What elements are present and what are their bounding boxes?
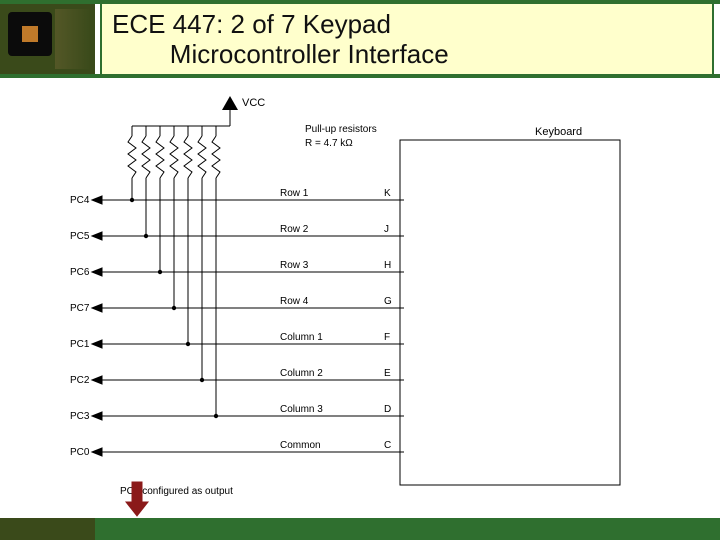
port-label: PC3 xyxy=(70,411,90,422)
signal-rows: PC4 Row 1 K PC5 Row 2 J PC6 Row 3 H PC7 Row 4 G PC1 C… xyxy=(70,126,404,458)
keyboard-label: Keyboard xyxy=(535,126,582,138)
pin-label: J xyxy=(384,224,389,235)
pin-label: K xyxy=(384,188,391,199)
title-bar: ECE 447: 2 of 7 Keypad Microcontroller I… xyxy=(0,4,720,74)
port-label: PC5 xyxy=(70,231,90,242)
pin-label: F xyxy=(384,332,390,343)
signal-label: Row 4 xyxy=(280,296,309,307)
content-area: VCC Pull-up resistors R = 4.7 kΩ Keyboar… xyxy=(0,80,720,518)
signal-label: Column 3 xyxy=(280,404,323,415)
chip-image xyxy=(0,4,95,74)
pin-label: H xyxy=(384,260,391,271)
title-underline xyxy=(0,74,720,78)
keyboard-box xyxy=(400,140,620,485)
title-line1: ECE 447: 2 of 7 Keypad xyxy=(112,9,391,39)
signal-label: Row 2 xyxy=(280,224,309,235)
schematic-diagram: VCC Pull-up resistors R = 4.7 kΩ Keyboar… xyxy=(70,90,655,520)
footer-chip-image xyxy=(0,518,95,540)
port-label: PC7 xyxy=(70,303,90,314)
pin-label: G xyxy=(384,296,392,307)
pullups-label-2: R = 4.7 kΩ xyxy=(305,138,353,149)
pin-label: C xyxy=(384,440,391,451)
port-label: PC2 xyxy=(70,375,90,386)
signal-label: Row 3 xyxy=(280,260,309,271)
pin-label: D xyxy=(384,404,391,415)
port-label: PC6 xyxy=(70,267,90,278)
pin-label: E xyxy=(384,368,391,379)
bottom-bar xyxy=(0,518,720,540)
signal-label: Column 2 xyxy=(280,368,323,379)
signal-label: Row 1 xyxy=(280,188,309,199)
signal-label: Column 1 xyxy=(280,332,323,343)
port-label: PC1 xyxy=(70,339,90,350)
title-box: ECE 447: 2 of 7 Keypad Microcontroller I… xyxy=(100,4,714,74)
slide: ECE 447: 2 of 7 Keypad Microcontroller I… xyxy=(0,0,720,540)
vcc-node: VCC xyxy=(132,96,265,126)
vcc-label: VCC xyxy=(242,97,265,109)
signal-label: Common xyxy=(280,440,321,451)
port-label: PC4 xyxy=(70,195,90,206)
pullups-label-1: Pull-up resistors xyxy=(305,124,377,135)
slide-title: ECE 447: 2 of 7 Keypad Microcontroller I… xyxy=(112,10,449,70)
port-label: PC0 xyxy=(70,447,90,458)
title-line2: Microcontroller Interface xyxy=(170,39,449,69)
